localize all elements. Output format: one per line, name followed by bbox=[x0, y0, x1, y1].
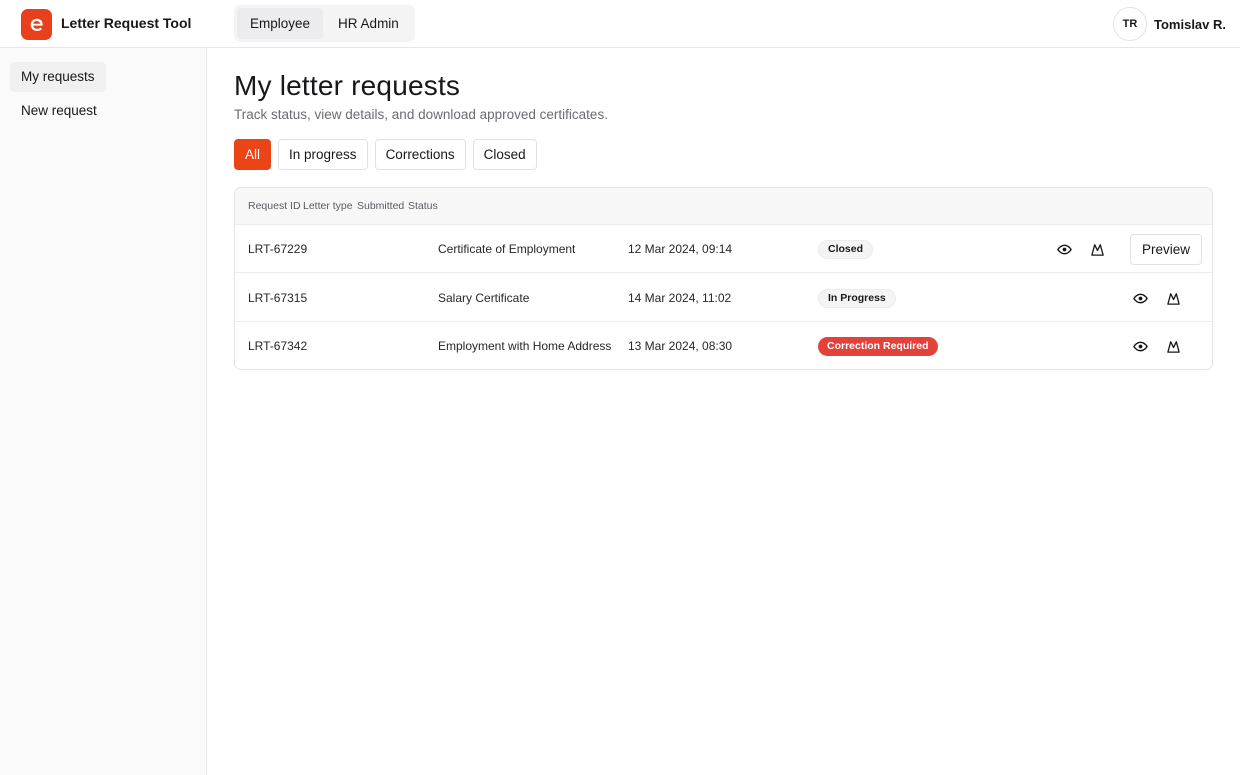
sidebar-item-new-request[interactable]: New request bbox=[10, 96, 108, 126]
brand-logo-icon[interactable] bbox=[21, 9, 52, 40]
eye-icon[interactable] bbox=[1131, 337, 1149, 355]
preview-button[interactable]: Preview bbox=[1130, 234, 1203, 265]
filter-in-progress-button[interactable]: In progress bbox=[278, 139, 368, 170]
column-header-status: Status bbox=[408, 200, 438, 212]
table-row[interactable]: LRT-67229 Certificate of Employment 12 M… bbox=[235, 225, 1212, 273]
sidebar: My requests New request bbox=[0, 48, 207, 775]
app-title: Letter Request Tool bbox=[61, 15, 192, 31]
status-badge: Closed bbox=[818, 240, 874, 259]
column-header-submitted: Submitted bbox=[357, 200, 405, 212]
filter-corrections-button[interactable]: Corrections bbox=[374, 139, 466, 170]
page-subtitle: Track status, view details, and download… bbox=[234, 107, 608, 122]
filter-closed-button[interactable]: Closed bbox=[472, 139, 537, 170]
role-switcher: Employee HR Admin bbox=[234, 5, 415, 42]
status-filter-group: All In progress Corrections Closed bbox=[234, 139, 537, 170]
page-title: My letter requests bbox=[234, 70, 461, 101]
column-header-request-id: Request ID bbox=[248, 200, 301, 212]
role-employee-button[interactable]: Employee bbox=[237, 8, 324, 39]
top-bar: Letter Request Tool Employee HR Admin TR… bbox=[0, 0, 1240, 48]
letter-type: Certificate of Employment bbox=[438, 242, 576, 256]
download-icon[interactable] bbox=[1164, 337, 1182, 355]
table-header: Request ID Letter type Submitted Status bbox=[235, 188, 1212, 225]
avatar[interactable]: TR bbox=[1113, 7, 1147, 41]
download-icon[interactable] bbox=[1164, 289, 1182, 307]
status-badge: Correction Required bbox=[818, 337, 938, 356]
table-row[interactable]: LRT-67315 Salary Certificate 14 Mar 2024… bbox=[235, 274, 1212, 322]
filter-all-button[interactable]: All bbox=[234, 139, 272, 170]
submitted-date: 12 Mar 2024, 09:14 bbox=[628, 242, 733, 256]
table-row[interactable]: LRT-67342 Employment with Home Address 1… bbox=[235, 322, 1212, 369]
requests-table: Request ID Letter type Submitted Status … bbox=[234, 187, 1213, 370]
request-id: LRT-67229 bbox=[248, 242, 308, 256]
role-hr-admin-button[interactable]: HR Admin bbox=[325, 8, 412, 39]
sidebar-item-my-requests[interactable]: My requests bbox=[10, 62, 106, 92]
eye-icon[interactable] bbox=[1055, 240, 1073, 258]
column-header-letter-type: Letter type bbox=[303, 200, 353, 212]
user-name[interactable]: Tomislav R. bbox=[1154, 17, 1226, 32]
submitted-date: 13 Mar 2024, 08:30 bbox=[628, 339, 733, 353]
request-id: LRT-67342 bbox=[248, 339, 308, 353]
letter-type: Salary Certificate bbox=[438, 291, 530, 305]
letter-type: Employment with Home Address bbox=[438, 339, 612, 353]
status-badge: In Progress bbox=[818, 289, 896, 308]
request-id: LRT-67315 bbox=[248, 291, 308, 305]
eye-icon[interactable] bbox=[1131, 289, 1149, 307]
download-icon[interactable] bbox=[1088, 240, 1106, 258]
submitted-date: 14 Mar 2024, 11:02 bbox=[628, 291, 732, 305]
